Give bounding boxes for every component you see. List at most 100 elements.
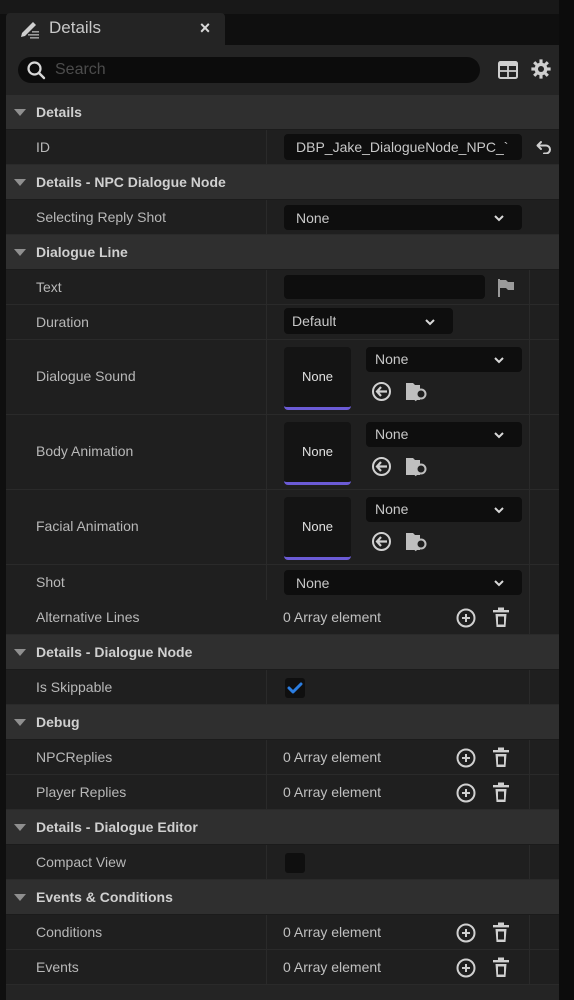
browse-asset-folder-icon[interactable] [405, 380, 429, 402]
shot-dropdown[interactable]: None [284, 570, 522, 595]
tab-title: Details [49, 18, 101, 37]
dialogue-sound-dropdown[interactable]: None [366, 347, 522, 372]
property-row-body-animation: Body Animation None None [6, 415, 559, 490]
category-dialogue-line[interactable]: Dialogue Line [6, 235, 559, 270]
localization-flag-icon[interactable] [497, 278, 516, 298]
body-animation-dropdown[interactable]: None [366, 422, 522, 447]
browse-asset-folder-icon[interactable] [405, 455, 429, 477]
category-debug[interactable]: Debug [6, 705, 559, 740]
search-bar[interactable] [18, 57, 480, 83]
trash-icon[interactable] [492, 957, 510, 978]
property-label: Text [36, 279, 62, 295]
thumbnail-label: None [301, 519, 334, 534]
column-splitter[interactable] [266, 200, 267, 234]
category-events-conditions[interactable]: Events & Conditions [6, 880, 559, 915]
chevron-down-icon [494, 357, 504, 364]
use-selected-asset-icon[interactable] [371, 456, 392, 477]
chevron-down-icon [494, 432, 504, 439]
selecting-reply-shot-dropdown[interactable]: None [284, 205, 522, 230]
property-row-dialogue-sound: Dialogue Sound None None [6, 340, 559, 415]
category-label: Details - Dialogue Node [36, 644, 193, 660]
table-view-icon[interactable] [498, 61, 518, 79]
collapse-triangle-icon [14, 824, 26, 831]
pencil-lines-icon [21, 22, 39, 39]
dropdown-value: None [296, 210, 330, 226]
column-splitter [529, 490, 530, 564]
id-value: DBP_Jake_DialogueNode_NPC_` [296, 139, 509, 155]
column-splitter [529, 740, 530, 774]
category-dialogue-editor[interactable]: Details - Dialogue Editor [6, 810, 559, 845]
collapse-triangle-icon [14, 719, 26, 726]
use-selected-asset-icon[interactable] [371, 531, 392, 552]
body-animation-thumbnail[interactable]: None [284, 422, 351, 485]
trash-icon[interactable] [492, 747, 510, 768]
array-count: 0 Array element [283, 609, 382, 625]
property-label: Selecting Reply Shot [36, 209, 166, 225]
property-label: NPCReplies [36, 749, 113, 765]
id-input[interactable]: DBP_Jake_DialogueNode_NPC_` [284, 134, 522, 160]
category-details[interactable]: Details [6, 95, 559, 130]
property-row-player-replies: Player Replies 0 Array element [6, 775, 559, 810]
column-splitter [529, 305, 530, 339]
text-input[interactable] [284, 275, 485, 299]
property-label: Facial Animation [36, 518, 139, 534]
use-selected-asset-icon[interactable] [371, 381, 392, 402]
add-element-icon[interactable] [456, 608, 476, 628]
settings-gear-icon[interactable] [530, 58, 552, 80]
property-row-events: Events 0 Array element [6, 950, 559, 985]
duration-dropdown[interactable]: Default [284, 308, 453, 334]
facial-animation-thumbnail[interactable]: None [284, 497, 351, 560]
array-count: 0 Array element [283, 959, 382, 975]
trash-icon[interactable] [492, 782, 510, 803]
window-right-edge [559, 0, 574, 1000]
collapse-triangle-icon [14, 249, 26, 256]
property-label: Is Skippable [36, 679, 113, 695]
column-splitter [529, 340, 530, 414]
category-label: Dialogue Line [36, 244, 128, 260]
chevron-down-icon [494, 215, 504, 222]
trash-icon[interactable] [492, 607, 510, 628]
property-row-id: ID DBP_Jake_DialogueNode_NPC_` [6, 130, 559, 165]
is-skippable-checkbox[interactable] [285, 678, 305, 698]
trash-icon[interactable] [492, 922, 510, 943]
column-splitter[interactable] [266, 490, 267, 564]
column-splitter[interactable] [266, 670, 267, 704]
column-splitter[interactable] [266, 915, 267, 949]
dropdown-value: None [375, 501, 409, 517]
dropdown-value: None [296, 575, 330, 591]
window-top-strip [0, 0, 574, 14]
column-splitter[interactable] [266, 740, 267, 774]
reset-to-default-icon[interactable] [536, 140, 552, 154]
property-label: Player Replies [36, 784, 127, 800]
add-element-icon[interactable] [456, 748, 476, 768]
category-npc-dialogue-node[interactable]: Details - NPC Dialogue Node [6, 165, 559, 200]
column-splitter[interactable] [266, 415, 267, 489]
details-tab[interactable]: Details × [6, 13, 225, 45]
column-splitter[interactable] [266, 305, 267, 339]
category-dialogue-node[interactable]: Details - Dialogue Node [6, 635, 559, 670]
column-splitter[interactable] [266, 845, 267, 879]
property-label: Conditions [36, 924, 103, 940]
search-input[interactable] [55, 57, 465, 83]
search-icon [27, 61, 46, 80]
property-row-shot: Shot None [6, 565, 559, 600]
collapse-triangle-icon [14, 649, 26, 656]
column-splitter[interactable] [266, 950, 267, 984]
add-element-icon[interactable] [456, 958, 476, 978]
column-splitter [529, 915, 530, 949]
column-splitter[interactable] [266, 130, 267, 164]
close-tab-button[interactable]: × [194, 17, 216, 39]
column-splitter[interactable] [266, 270, 267, 304]
details-panel: Details ID DBP_Jake_DialogueNode_NPC_` D… [6, 45, 559, 1000]
add-element-icon[interactable] [456, 923, 476, 943]
column-splitter[interactable] [266, 775, 267, 809]
facial-animation-dropdown[interactable]: None [366, 497, 522, 522]
dialogue-sound-thumbnail[interactable]: None [284, 347, 351, 410]
dropdown-value: None [375, 426, 409, 442]
add-element-icon[interactable] [456, 783, 476, 803]
browse-asset-folder-icon[interactable] [405, 530, 429, 552]
compact-view-checkbox[interactable] [285, 853, 305, 873]
column-splitter[interactable] [266, 340, 267, 414]
column-splitter[interactable] [266, 565, 267, 600]
category-label: Events & Conditions [36, 889, 173, 905]
